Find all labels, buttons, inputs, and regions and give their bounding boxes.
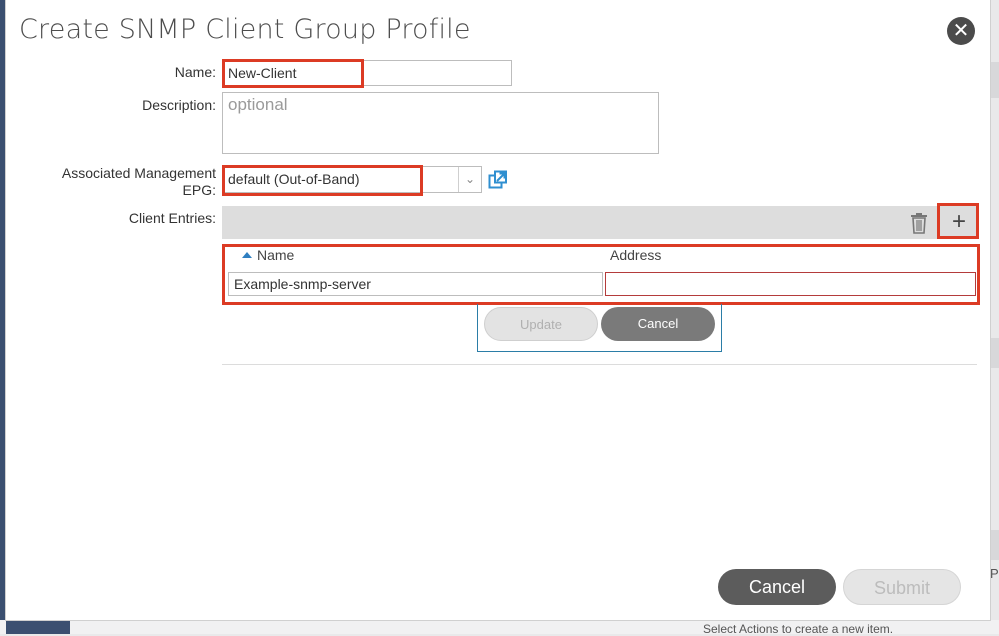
background-panel-fragment	[990, 338, 999, 368]
client-name-input[interactable]: Example-snmp-server	[228, 272, 603, 296]
description-label: Description:	[142, 97, 216, 113]
row-cancel-button[interactable]: Cancel	[601, 307, 715, 341]
open-external-icon[interactable]	[488, 170, 508, 190]
sort-ascending-icon[interactable]	[242, 252, 252, 258]
add-client-entry-button[interactable]: +	[944, 208, 974, 236]
background-panel-fragment	[990, 62, 999, 98]
client-entries-label: Client Entries:	[128, 210, 216, 226]
plus-icon: +	[951, 208, 966, 235]
background-panel-fragment	[990, 530, 999, 560]
chevron-down-icon[interactable]: ⌄	[458, 167, 481, 192]
epg-select-value: default (Out-of-Band)	[228, 171, 360, 187]
trash-icon[interactable]	[909, 212, 929, 234]
name-label: Name:	[174, 64, 216, 80]
epg-label: Associated Management EPG:	[16, 165, 216, 199]
dialog-title: Create SNMP Client Group Profile	[19, 14, 471, 45]
column-header-address[interactable]: Address	[610, 247, 661, 263]
background-text-fragment: P	[990, 566, 999, 581]
client-entries-toolbar	[222, 206, 977, 239]
submit-button[interactable]: Submit	[843, 569, 961, 605]
client-address-input[interactable]	[605, 272, 976, 296]
create-snmp-client-group-dialog: Create SNMP Client Group Profile ✕ Name:…	[6, 0, 990, 620]
close-dialog-button[interactable]: ✕	[947, 17, 975, 45]
epg-select[interactable]: default (Out-of-Band) ⌄	[222, 166, 482, 193]
name-input[interactable]: New-Client	[222, 60, 512, 86]
close-icon: ✕	[952, 20, 970, 42]
epg-label-line2: EPG:	[182, 182, 216, 198]
column-header-name[interactable]: Name	[257, 247, 294, 263]
epg-label-line1: Associated Management	[61, 165, 216, 181]
update-button[interactable]: Update	[484, 307, 598, 341]
cancel-button[interactable]: Cancel	[718, 569, 836, 605]
table-divider	[222, 364, 977, 365]
app-sidebar-footer	[6, 620, 70, 634]
description-textarea[interactable]: optional	[222, 92, 659, 154]
